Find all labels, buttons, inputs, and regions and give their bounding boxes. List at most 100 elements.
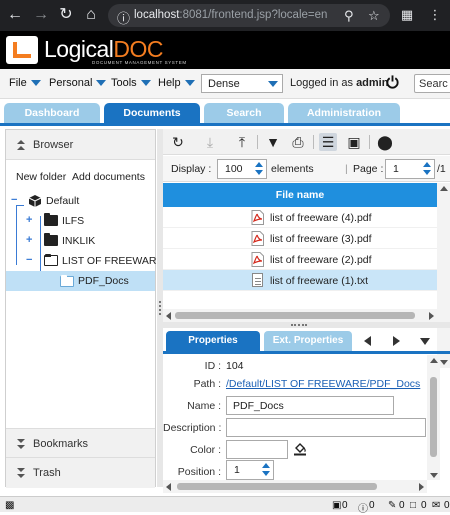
forward-icon[interactable]: →	[32, 6, 50, 24]
status-count-c: 0	[399, 500, 405, 511]
browser-menu-icon[interactable]: ⋮	[426, 6, 444, 24]
status-edit-icon[interactable]: ✎	[388, 500, 396, 511]
table-row[interactable]: list of freeware (1).txt	[163, 270, 437, 291]
tree-item-ilfs[interactable]: + ILFS	[6, 211, 155, 231]
status-monitor-icon[interactable]: ▩	[5, 500, 14, 511]
tab-documents[interactable]: Documents	[104, 103, 200, 123]
pdf-file-icon	[251, 252, 264, 267]
extensions-icon[interactable]: ▦	[398, 6, 416, 24]
menu-personal[interactable]: Personal	[49, 77, 107, 89]
table-row[interactable]: list of freeware (4).pdf	[163, 207, 437, 228]
pdf-file-icon	[251, 210, 264, 225]
app-header: LogicalDOC DOCUMENT MANAGEMENT SYSTEM	[0, 31, 450, 69]
tree-item-default[interactable]: − Default	[6, 191, 155, 211]
status-lock-icon[interactable]: ▣	[332, 500, 341, 511]
trash-section-header[interactable]: Trash	[6, 458, 155, 488]
menu-tools[interactable]: Tools	[111, 77, 151, 89]
new-folder-button[interactable]: New folder	[16, 171, 66, 183]
gallery-view-icon[interactable]: ▣	[345, 133, 363, 151]
home-icon[interactable]: ⌂	[82, 6, 100, 24]
menu-bar: File Personal Tools Help Dense Logged in…	[0, 69, 450, 99]
list-view-icon[interactable]: ☰	[319, 133, 337, 151]
chevron-down-icon	[268, 81, 278, 87]
info-icon[interactable]: ⓘ	[117, 8, 130, 27]
documents-toolbar: ↻ ⤓ ⤒ ▼ ⎙ ☰ ▣ ⬤	[163, 129, 450, 155]
menu-help[interactable]: Help	[158, 77, 195, 89]
display-bar: Display : 100 elements | Page : 1 /1	[163, 156, 450, 182]
horizontal-splitter[interactable]	[163, 322, 450, 328]
file-name-column-header[interactable]: File name	[163, 183, 437, 207]
folder-open-icon	[44, 254, 58, 266]
back-icon[interactable]: ←	[6, 6, 24, 24]
bookmarks-title: Bookmarks	[33, 438, 89, 450]
id-value: 104	[226, 360, 244, 372]
status-doc-icon[interactable]: □	[410, 500, 416, 511]
chevron-up-double-icon	[17, 140, 25, 150]
tab-administration[interactable]: Administration	[288, 103, 400, 123]
page-size-stepper[interactable]: 100	[217, 159, 267, 179]
file-list-horizontal-scrollbar[interactable]	[163, 309, 437, 322]
bookmarks-section-header[interactable]: Bookmarks	[6, 428, 155, 458]
tab-scroll-left-icon[interactable]	[364, 336, 371, 346]
tab-ext-properties[interactable]: Ext. Properties	[264, 331, 352, 351]
density-select[interactable]: Dense	[201, 74, 283, 93]
page-stepper[interactable]: 1	[385, 159, 435, 179]
logout-power-icon[interactable]	[385, 74, 400, 89]
color-picker-bucket-icon[interactable]	[293, 441, 307, 456]
status-help-icon[interactable]: ⓘ	[358, 500, 368, 515]
status-count-b: 0	[369, 500, 375, 511]
add-documents-button[interactable]: Add documents	[72, 171, 145, 183]
name-field[interactable]: PDF_Docs	[226, 396, 394, 415]
path-link[interactable]: /Default/LIST OF FREEWARE/PDF_Docs	[226, 378, 420, 390]
username: admin	[356, 77, 389, 89]
logged-in-label: Logged in as admin	[290, 77, 389, 89]
zoom-icon[interactable]: ⚲	[344, 8, 354, 24]
tab-search[interactable]: Search	[204, 103, 284, 123]
filter-icon[interactable]: ▼	[264, 133, 282, 151]
collapse-icon[interactable]: −	[11, 195, 20, 206]
search-input[interactable]: Searc	[414, 74, 450, 93]
position-stepper[interactable]: 1	[226, 460, 274, 480]
tab-dashboard[interactable]: Dashboard	[4, 103, 100, 123]
bookmark-star-icon[interactable]: ☆	[368, 8, 380, 24]
reload-icon[interactable]: ↻	[57, 6, 75, 24]
menu-file[interactable]: File	[9, 77, 41, 89]
chevron-down-double-icon	[17, 468, 25, 478]
description-field[interactable]	[226, 418, 426, 437]
upload-icon[interactable]: ⤒	[233, 133, 251, 151]
color-field[interactable]	[226, 440, 288, 459]
expand-icon[interactable]: +	[26, 215, 35, 226]
toggle-preview-icon[interactable]: ⬤	[376, 133, 394, 151]
expand-icon[interactable]: +	[26, 235, 35, 246]
url-host: localhost	[134, 9, 180, 21]
tab-properties[interactable]: Properties	[166, 331, 260, 351]
folder-icon	[44, 213, 58, 226]
address-bar[interactable]: ⓘ localhost:8081/frontend.jsp?locale=en …	[108, 4, 390, 27]
logo-mark	[6, 36, 38, 64]
tree-item-pdf-docs[interactable]: PDF_Docs	[6, 271, 155, 291]
workspace-cube-icon	[28, 195, 42, 207]
properties-horizontal-scrollbar[interactable]	[163, 480, 427, 493]
status-count-e: 0	[444, 500, 450, 511]
file-list-vertical-scrollbar[interactable]	[437, 183, 450, 368]
url-path: :8081/frontend.jsp?locale=en	[179, 9, 328, 21]
text-file-icon	[252, 273, 263, 287]
url-text: localhost:8081/frontend.jsp?locale=en	[134, 9, 327, 21]
tab-scroll-right-icon[interactable]	[393, 336, 400, 346]
status-mail-icon[interactable]: ✉	[432, 500, 440, 511]
tree-item-list-of-freeware[interactable]: − LIST OF FREEWARE	[6, 251, 164, 271]
browser-title: Browser	[33, 139, 74, 151]
download-icon[interactable]: ⤓	[201, 133, 219, 151]
browser-section-header[interactable]: Browser	[6, 130, 155, 160]
collapse-icon[interactable]: −	[26, 255, 35, 266]
tab-menu-icon[interactable]	[420, 338, 430, 345]
status-count-a: 0	[342, 500, 348, 511]
print-icon[interactable]: ⎙	[289, 133, 307, 151]
table-row[interactable]: list of freeware (2).pdf	[163, 249, 437, 270]
properties-vertical-scrollbar[interactable]	[427, 355, 440, 480]
folder-open-icon	[60, 275, 74, 287]
table-row[interactable]: list of freeware (3).pdf	[163, 228, 437, 249]
documents-pane: ↻ ⤓ ⤒ ▼ ⎙ ☰ ▣ ⬤ Display : 100 elements |…	[163, 129, 450, 493]
tree-item-inklik[interactable]: + INKLIK	[6, 231, 155, 251]
refresh-icon[interactable]: ↻	[169, 133, 187, 151]
